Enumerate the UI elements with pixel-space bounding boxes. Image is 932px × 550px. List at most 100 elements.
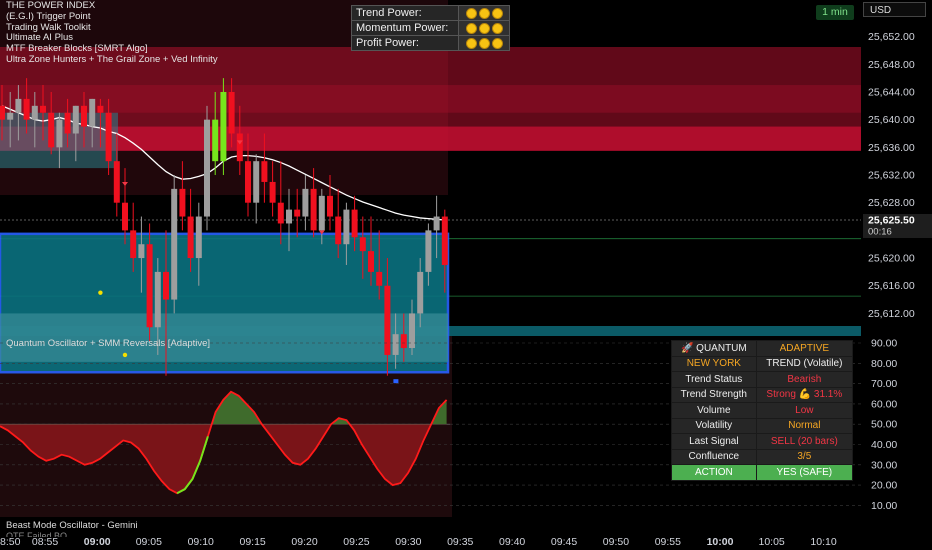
quantum-label: Volatility bbox=[671, 417, 757, 434]
coin-icon bbox=[478, 7, 490, 19]
time-tick-label: 10:10 bbox=[810, 536, 836, 548]
quantum-label-text: QUANTUM bbox=[696, 342, 747, 354]
candle-body bbox=[327, 195, 333, 217]
candle-body bbox=[392, 334, 399, 355]
candle-body bbox=[138, 244, 145, 259]
rocket-icon: 🚀 bbox=[680, 342, 694, 354]
quantum-label: Trend Status bbox=[671, 371, 757, 388]
candle-body bbox=[48, 112, 55, 148]
candle-body bbox=[64, 112, 71, 134]
candle-body bbox=[269, 181, 276, 203]
candle-body bbox=[171, 188, 178, 300]
supply-zone-core bbox=[0, 126, 861, 151]
candle-body bbox=[195, 216, 202, 259]
quantum-label: Volume bbox=[671, 402, 757, 419]
quantum-value: Normal bbox=[755, 417, 854, 434]
coin-icon bbox=[491, 22, 503, 34]
oscillator-tick-label: 20.00 bbox=[871, 480, 897, 492]
quantum-row: Trend Status Bearish bbox=[671, 371, 854, 388]
candle-body bbox=[400, 334, 407, 349]
time-tick-label: 09:05 bbox=[136, 536, 162, 548]
signal-dot bbox=[122, 352, 128, 358]
oscillator-tick-label: 50.00 bbox=[871, 419, 897, 431]
candle-body bbox=[154, 271, 161, 328]
candle-body bbox=[433, 216, 440, 231]
candle-body bbox=[15, 98, 22, 113]
oscillator-tick-label: 90.00 bbox=[871, 338, 897, 350]
candle-body bbox=[376, 271, 383, 286]
oscillator-tick-label: 30.00 bbox=[871, 459, 897, 471]
price-tick-label: 25,644.00 bbox=[868, 86, 915, 98]
candle-body bbox=[425, 230, 432, 272]
candle-body bbox=[0, 105, 5, 120]
candle-body bbox=[286, 209, 292, 224]
coin-icon bbox=[478, 22, 490, 34]
power-row: Profit Power: bbox=[351, 35, 510, 51]
candle-body bbox=[228, 91, 235, 134]
price-tick-label: 25,648.00 bbox=[868, 59, 915, 71]
time-tick-label: 09:50 bbox=[603, 536, 629, 548]
time-tick-label: 09:00 bbox=[84, 536, 111, 548]
indicator-name[interactable]: Ultra Zone Hunters + The Grail Zone + Ve… bbox=[6, 54, 218, 66]
quantum-value: 3/5 bbox=[755, 448, 854, 465]
quantum-value: SELL (20 bars) bbox=[755, 433, 854, 450]
oscillator-title[interactable]: Quantum Oscillator + SMM Reversals [Adap… bbox=[6, 338, 210, 349]
time-tick-label: 10:00 bbox=[707, 536, 734, 548]
quantum-value: Strong 💪 31.1% bbox=[755, 386, 854, 403]
time-tick-label: 09:45 bbox=[551, 536, 577, 548]
candle-body bbox=[417, 271, 424, 314]
candle-body bbox=[146, 244, 153, 328]
candle-body bbox=[343, 209, 350, 245]
quantum-value: Bearish bbox=[755, 371, 854, 388]
candle-body bbox=[97, 105, 104, 113]
oscillator-tick-label: 60.00 bbox=[871, 398, 897, 410]
time-tick-label: 09:30 bbox=[395, 536, 421, 548]
quantum-label: 🚀 QUANTUM bbox=[671, 340, 757, 357]
quantum-row: Confluence 3/5 bbox=[671, 448, 854, 465]
candle-body bbox=[179, 188, 186, 217]
quantum-label: Last Signal bbox=[671, 433, 757, 450]
time-tick-label: 09:15 bbox=[240, 536, 266, 548]
quantum-action-value: YES (SAFE) bbox=[755, 464, 854, 481]
oscillator-tick-label: 80.00 bbox=[871, 358, 897, 370]
candle-body bbox=[302, 188, 309, 217]
candle-body bbox=[220, 91, 227, 162]
quantum-row: ACTION YES (SAFE) bbox=[671, 464, 854, 481]
power-table: Trend Power: Momentum Power: Profit Powe… bbox=[351, 5, 510, 51]
quantum-row: Trend Strength Strong 💪 31.1% bbox=[671, 386, 854, 403]
beast-oscillator-title[interactable]: Beast Mode Oscillator - Gemini bbox=[6, 520, 137, 531]
time-axis[interactable]: 8:50 08:55 09:00 09:05 09:10 09:15 09:20 09:25 0… bbox=[0, 527, 932, 550]
candle-body bbox=[113, 161, 120, 203]
quantum-row: Volatility Normal bbox=[671, 417, 854, 434]
candle-body bbox=[56, 119, 63, 148]
candle-body bbox=[130, 230, 137, 259]
time-tick-label: 09:55 bbox=[655, 536, 681, 548]
price-tick-label: 25,620.00 bbox=[868, 253, 915, 265]
candle-body bbox=[163, 271, 169, 300]
time-tick-label: 09:25 bbox=[343, 536, 369, 548]
candle-body bbox=[81, 105, 87, 127]
timeframe-badge[interactable]: 1 min bbox=[816, 5, 854, 20]
candle-body bbox=[310, 188, 317, 231]
coin-icon bbox=[491, 37, 503, 49]
bar-countdown: 00:16 bbox=[868, 227, 892, 238]
quantum-row: Last Signal SELL (20 bars) bbox=[671, 433, 854, 450]
time-tick-label: 09:40 bbox=[499, 536, 525, 548]
indicator-name[interactable]: (E.G.I) Trigger Point bbox=[6, 11, 218, 23]
currency-selector[interactable]: USD bbox=[863, 2, 926, 17]
quantum-value: ADAPTIVE bbox=[755, 340, 854, 357]
time-tick-label: 08:55 bbox=[32, 536, 58, 548]
candle-body bbox=[384, 285, 391, 355]
quantum-label: Confluence bbox=[671, 448, 757, 465]
oscillator-tick-label: 40.00 bbox=[871, 439, 897, 451]
beast-oscillator-subtitle: OTE Failed BO bbox=[6, 531, 68, 537]
power-coins bbox=[458, 20, 510, 36]
candle-body bbox=[7, 112, 14, 120]
price-tick-label: 25,636.00 bbox=[868, 142, 915, 154]
candle-body bbox=[318, 195, 325, 231]
candle-body bbox=[204, 119, 210, 217]
oscillator-axis[interactable]: 90.00 80.00 70.00 60.00 50.00 40.00 30.00 20.00… bbox=[861, 335, 932, 517]
candle-body bbox=[261, 161, 268, 182]
indicator-legend: THE POWER INDEX (E.G.I) Trigger Point Tr… bbox=[6, 0, 218, 66]
supply-zone-inner bbox=[0, 85, 861, 113]
